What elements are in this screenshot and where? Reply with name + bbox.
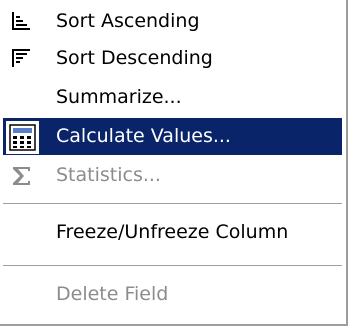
menu-item-label: Delete Field — [56, 283, 169, 305]
menu-item-statistics[interactable]: Statistics... — [3, 157, 342, 194]
menu-item-label: Statistics... — [56, 164, 161, 186]
sigma-icon — [10, 164, 34, 188]
menu-item-freeze-unfreeze-column[interactable]: Freeze/Unfreeze Column — [3, 214, 342, 251]
menu-separator — [3, 265, 342, 267]
menu-item-calculate-values[interactable]: Calculate Values... — [3, 118, 342, 155]
sort-ascending-icon — [10, 10, 34, 34]
field-context-menu: Sort Ascending Sort Descending Summarize… — [0, 0, 348, 326]
menu-item-label: Calculate Values... — [56, 125, 231, 147]
icon-frame — [6, 121, 39, 154]
menu-separator — [3, 203, 342, 205]
menu-item-summarize[interactable]: Summarize... — [3, 79, 342, 116]
calculator-icon — [7, 122, 38, 153]
menu-item-label: Freeze/Unfreeze Column — [56, 221, 289, 243]
menu-item-label: Summarize... — [56, 86, 182, 108]
menu-item-delete-field[interactable]: Delete Field — [3, 276, 342, 313]
menu-item-sort-ascending[interactable]: Sort Ascending — [3, 3, 342, 40]
menu-item-label: Sort Ascending — [56, 10, 200, 32]
sort-descending-icon — [10, 47, 34, 71]
menu-item-label: Sort Descending — [56, 47, 213, 69]
menu-item-sort-descending[interactable]: Sort Descending — [3, 40, 342, 77]
